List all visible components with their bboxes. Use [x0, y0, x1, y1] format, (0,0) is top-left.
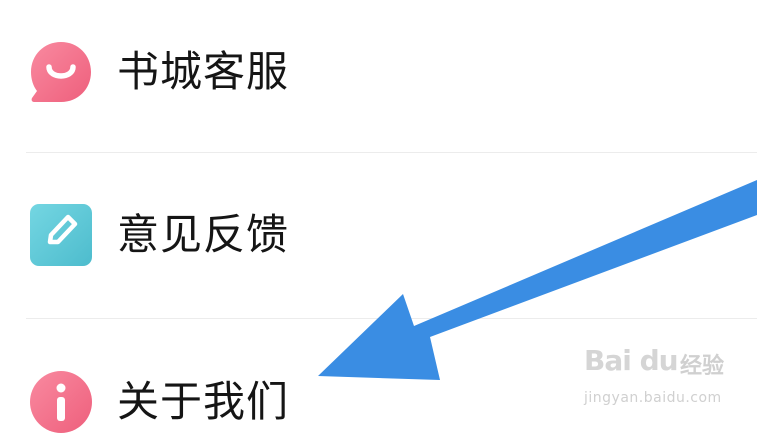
menu-item-label: 意见反馈 [117, 210, 290, 259]
settings-menu: 书城客服 意见反馈 关于我们 [0, 0, 757, 433]
menu-item-label: 书城客服 [117, 47, 290, 96]
menu-item-feedback[interactable]: 意见反馈 [0, 195, 757, 275]
menu-item-label: 关于我们 [117, 377, 290, 426]
divider [26, 152, 757, 153]
info-icon [30, 371, 92, 433]
menu-item-customer-service[interactable]: 书城客服 [0, 32, 757, 112]
customer-service-smile-icon [31, 42, 91, 102]
feedback-pencil-icon [30, 204, 92, 266]
menu-item-about-us[interactable]: 关于我们 [0, 362, 757, 442]
divider [26, 318, 757, 319]
